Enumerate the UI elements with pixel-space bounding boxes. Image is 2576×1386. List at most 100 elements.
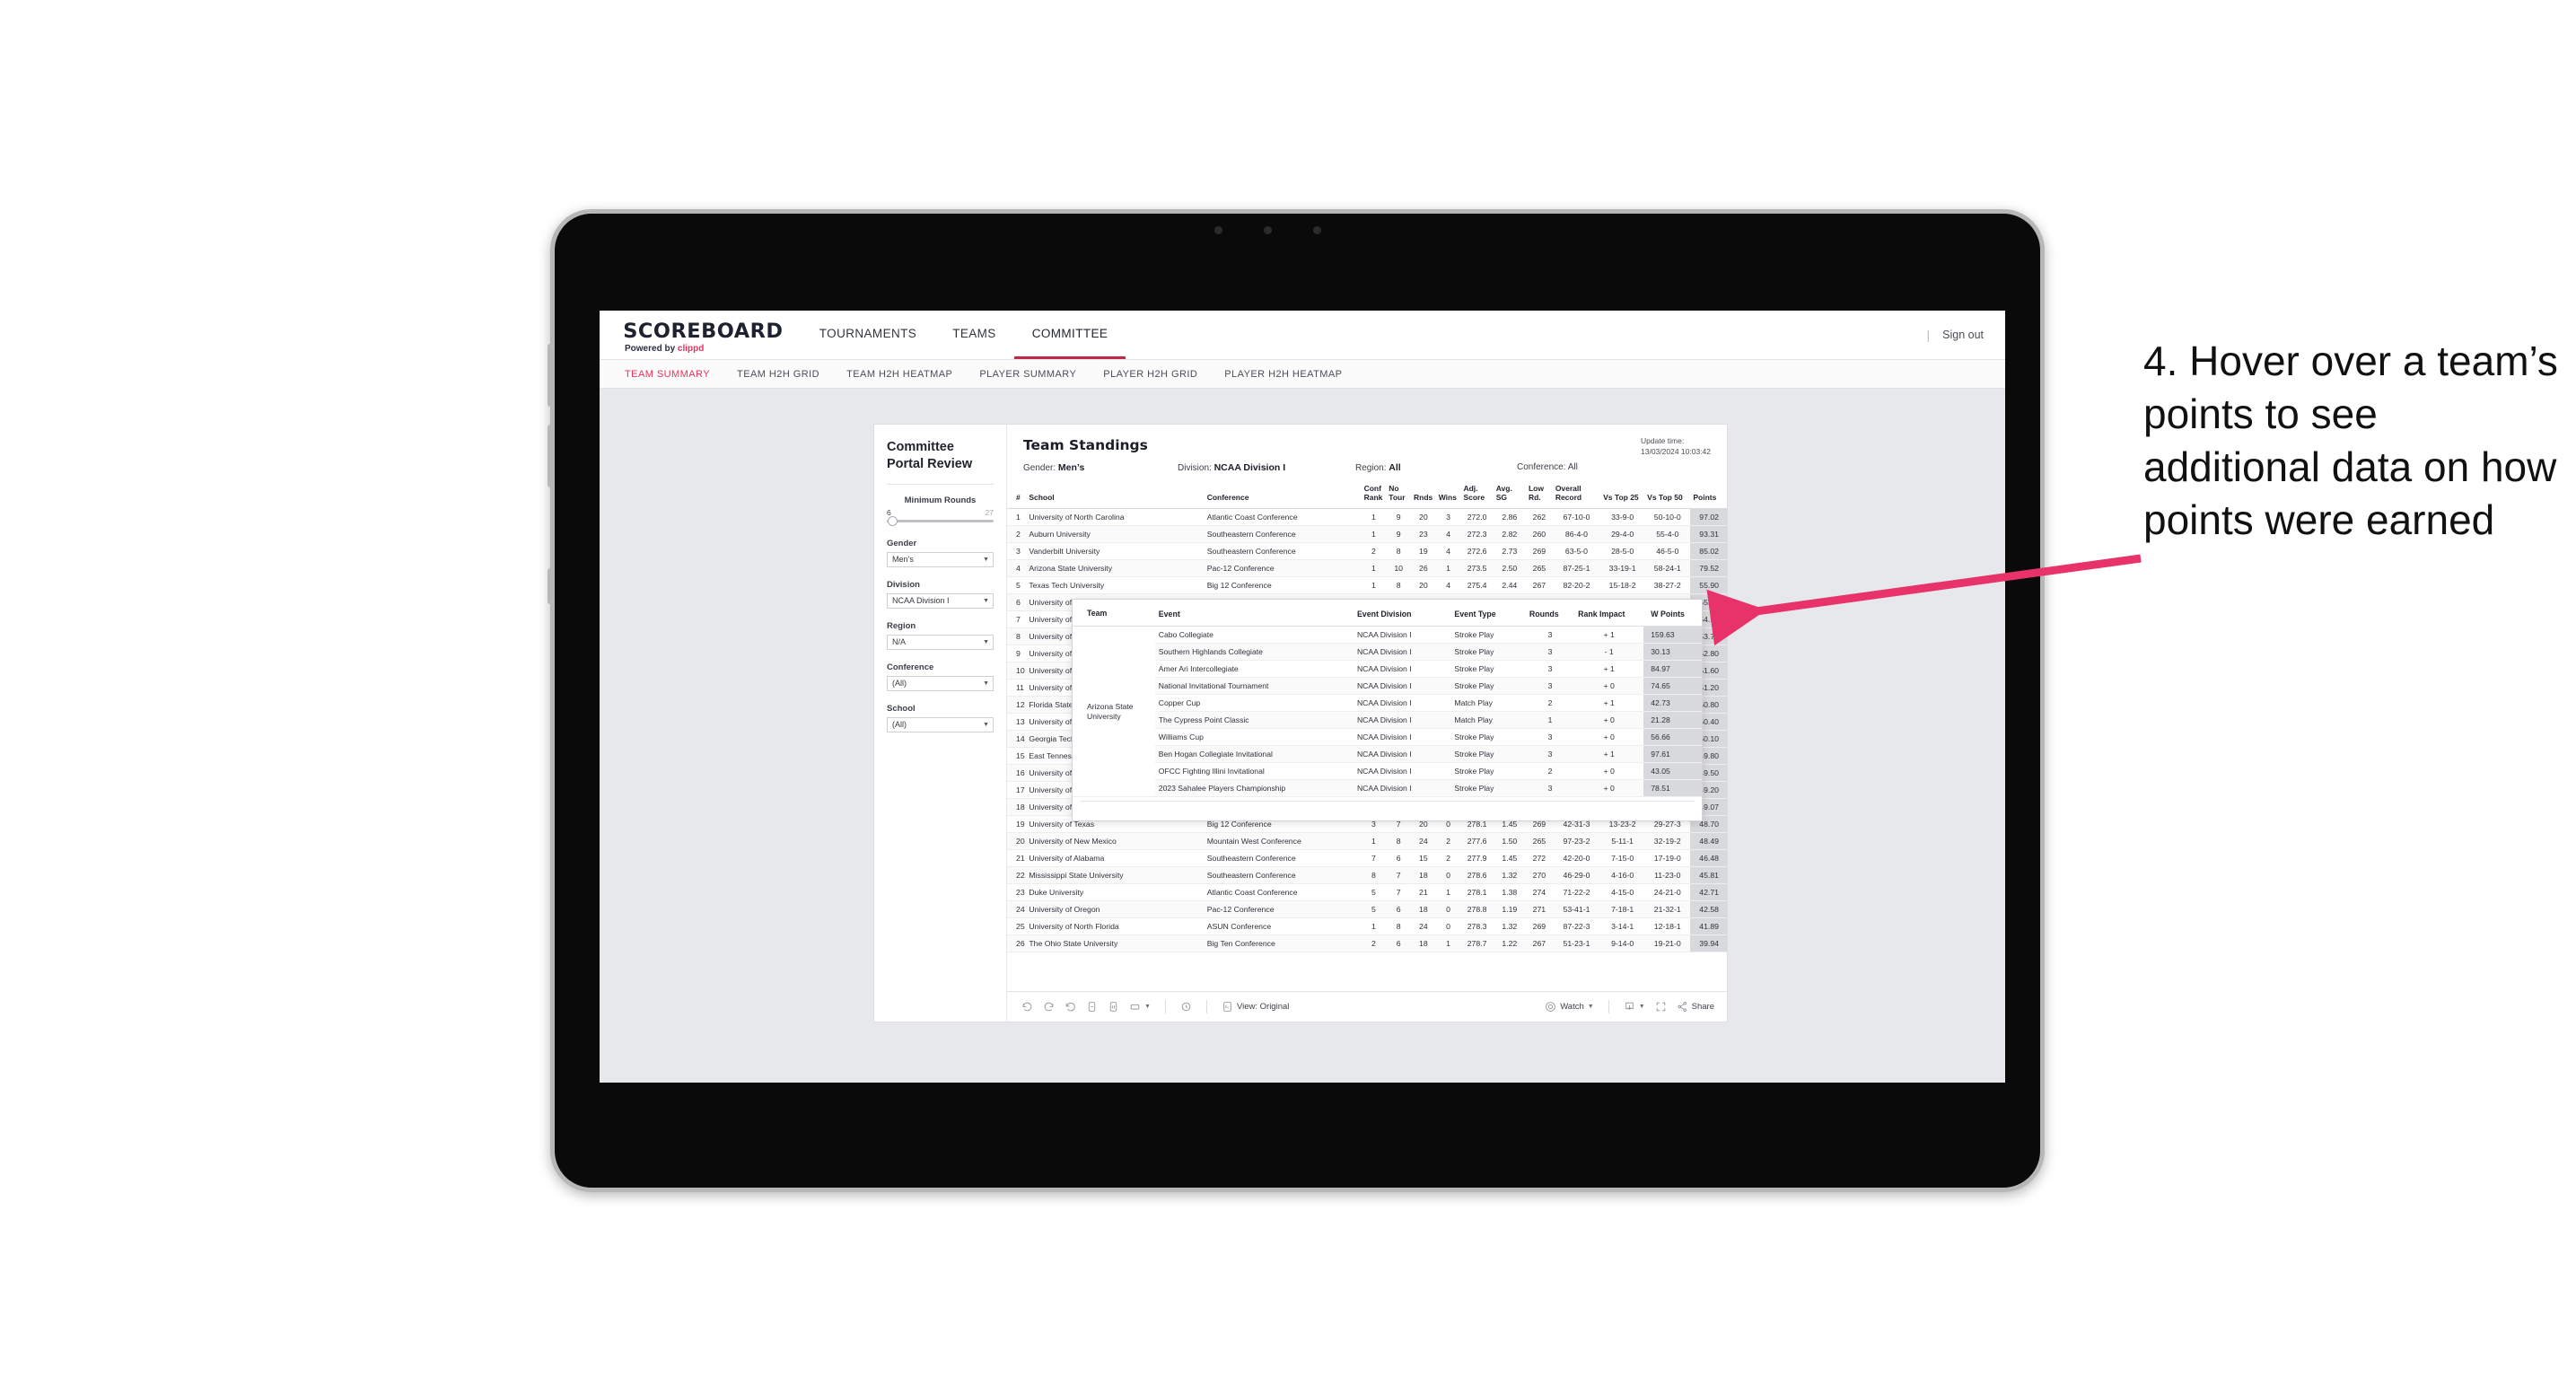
pause-auto-update-icon[interactable]	[1108, 1001, 1119, 1013]
cell-adj-score: 275.4	[1460, 576, 1494, 594]
cell-points[interactable]: 42.58	[1690, 900, 1727, 918]
col-adj-score[interactable]: Adj. Score	[1460, 483, 1494, 509]
cell-no-tour: 7	[1386, 866, 1412, 884]
tt-cell-w-points: 30.13	[1643, 643, 1702, 662]
table-row[interactable]: 23 Duke University Atlantic Coast Conferen…	[1007, 883, 1727, 901]
view-original-button[interactable]: View: Original	[1222, 1001, 1289, 1013]
brand-powered-accent: clippd	[677, 343, 705, 354]
tooltip-row: 2023 Sahalee Players Championship NCAA Di…	[1073, 779, 1702, 798]
col-vs-top-50[interactable]: Vs Top 50	[1644, 483, 1691, 509]
cell-wins: 3	[1435, 508, 1461, 526]
undo-icon[interactable]	[1021, 1001, 1033, 1013]
col-wins[interactable]: Wins	[1435, 483, 1461, 509]
page-title: Team Standings	[1023, 437, 1148, 453]
table-row[interactable]: 4 Arizona State University Pac-12 Conferen…	[1007, 559, 1727, 577]
highlight-tool[interactable]: ▼	[1129, 1001, 1151, 1013]
cell-points[interactable]: 41.89	[1690, 917, 1727, 935]
tt-col-event-type: Event Type	[1450, 607, 1526, 627]
cell-points[interactable]: 46.48	[1690, 849, 1727, 867]
cell-points[interactable]: 97.02	[1690, 508, 1727, 526]
table-row[interactable]: 20 University of New Mexico Mountain West …	[1007, 832, 1727, 850]
volume-down-button[interactable]	[548, 425, 553, 487]
cell-rank: 6	[1007, 593, 1027, 611]
brand-logo[interactable]: SCOREBOARD Powered by clippd	[600, 311, 802, 359]
division-select[interactable]: NCAA Division I ▼	[887, 592, 994, 609]
col-conf-rank[interactable]: Conf Rank	[1361, 483, 1387, 509]
col-no-tour[interactable]: No Tour	[1386, 483, 1412, 509]
nav-item-tournaments[interactable]: TOURNAMENTS	[802, 311, 934, 359]
cell-overall-record: 42-20-0	[1552, 849, 1601, 867]
conference-select[interactable]: (All) ▼	[887, 675, 994, 691]
slider-handle[interactable]	[888, 515, 898, 526]
cell-avg-sg: 1.38	[1493, 883, 1526, 901]
filter-division: Division NCAA Division I ▼	[887, 580, 994, 609]
watch-button[interactable]: Watch ▼	[1545, 1001, 1594, 1013]
cell-vs-top-25: 5-11-1	[1600, 832, 1645, 850]
cell-vs-top-25: 33-19-1	[1600, 559, 1645, 577]
col-low-rd[interactable]: Low Rd.	[1525, 483, 1553, 509]
tab-player-h2h-grid[interactable]: PLAYER H2H GRID	[1103, 369, 1197, 380]
table-row[interactable]: 3 Vanderbilt University Southeastern Confe…	[1007, 542, 1727, 560]
table-row[interactable]: 22 Mississippi State University Southeaste…	[1007, 866, 1727, 884]
nav-item-committee[interactable]: COMMITTEE	[1013, 311, 1126, 359]
cell-rank: 7	[1007, 610, 1027, 628]
revert-icon[interactable]	[1065, 1001, 1076, 1013]
col-vs-top-25[interactable]: Vs Top 25	[1600, 483, 1645, 509]
cell-vs-top-50: 19-21-0	[1644, 934, 1691, 952]
table-row[interactable]: 2 Auburn University Southeastern Conferenc…	[1007, 525, 1727, 543]
download-button[interactable]: ▼	[1624, 1001, 1645, 1013]
sign-out-link[interactable]: Sign out	[1942, 329, 1984, 341]
col-school[interactable]: School	[1026, 483, 1205, 509]
tt-cell-event-type: Stroke Play	[1450, 677, 1526, 696]
refresh-icon[interactable]	[1086, 1001, 1098, 1013]
cell-school: The Ohio State University	[1026, 934, 1205, 952]
cell-points[interactable]: 48.49	[1690, 832, 1727, 850]
chevron-down-icon: ▼	[983, 556, 989, 563]
minimum-rounds-slider[interactable]	[887, 515, 994, 526]
power-button[interactable]	[548, 568, 553, 604]
table-row[interactable]: 5 Texas Tech University Big 12 Conference 1…	[1007, 576, 1727, 594]
tt-cell-team: Arizona State University	[1073, 626, 1155, 798]
table-row[interactable]: 21 University of Alabama Southeastern Conf…	[1007, 849, 1727, 867]
table-row[interactable]: 25 University of North Florida ASUN Confer…	[1007, 917, 1727, 935]
cell-conf-rank: 8	[1361, 866, 1387, 884]
nav-item-teams[interactable]: TEAMS	[934, 311, 1014, 359]
col-overall-rec[interactable]: Overall Record	[1552, 483, 1601, 509]
col-points[interactable]: Points	[1690, 483, 1727, 509]
gender-select[interactable]: Men’s ▼	[887, 551, 994, 567]
cell-no-tour: 10	[1386, 559, 1412, 577]
tab-player-h2h-heatmap[interactable]: PLAYER H2H HEATMAP	[1224, 369, 1342, 380]
col-rank[interactable]: #	[1007, 483, 1027, 509]
meta-division: Division: NCAA Division I	[1178, 462, 1355, 473]
region-select[interactable]: N/A ▼	[887, 634, 994, 650]
tab-team-h2h-grid[interactable]: TEAM H2H GRID	[737, 369, 819, 380]
cell-points[interactable]: 39.94	[1690, 934, 1727, 952]
tab-team-h2h-heatmap[interactable]: TEAM H2H HEATMAP	[846, 369, 952, 380]
cell-rank: 16	[1007, 764, 1027, 782]
history-icon[interactable]	[1180, 1001, 1192, 1013]
table-row[interactable]: 1 University of North Carolina Atlantic Co…	[1007, 508, 1727, 526]
tab-team-summary[interactable]: TEAM SUMMARY	[625, 369, 710, 380]
cell-conference: Southeastern Conference	[1204, 866, 1362, 884]
cell-rank: 3	[1007, 542, 1027, 560]
cell-wins: 0	[1435, 866, 1461, 884]
cell-adj-score: 277.9	[1460, 849, 1494, 867]
col-conference[interactable]: Conference	[1204, 483, 1362, 509]
cell-rank: 20	[1007, 832, 1027, 850]
fullscreen-icon[interactable]	[1655, 1001, 1667, 1013]
sensor-dot-2	[1313, 226, 1321, 234]
col-avg-sg[interactable]: Avg. SG	[1493, 483, 1526, 509]
cell-points[interactable]: 45.81	[1690, 866, 1727, 884]
table-row[interactable]: 26 The Ohio State University Big Ten Confe…	[1007, 934, 1727, 952]
redo-icon[interactable]	[1043, 1001, 1055, 1013]
standings-head: # School Conference Conf Rank No Tour Rn…	[1007, 483, 1727, 509]
cell-points[interactable]: 42.71	[1690, 883, 1727, 901]
school-select[interactable]: (All) ▼	[887, 716, 994, 732]
tab-player-summary[interactable]: PLAYER SUMMARY	[979, 369, 1076, 380]
volume-up-button[interactable]	[548, 344, 553, 407]
share-button[interactable]: Share	[1677, 1001, 1714, 1013]
cell-rnds: 15	[1411, 849, 1436, 867]
col-rnds[interactable]: Rnds	[1411, 483, 1436, 509]
table-row[interactable]: 24 University of Oregon Pac-12 Conference 5…	[1007, 900, 1727, 918]
cell-rank: 25	[1007, 917, 1027, 935]
